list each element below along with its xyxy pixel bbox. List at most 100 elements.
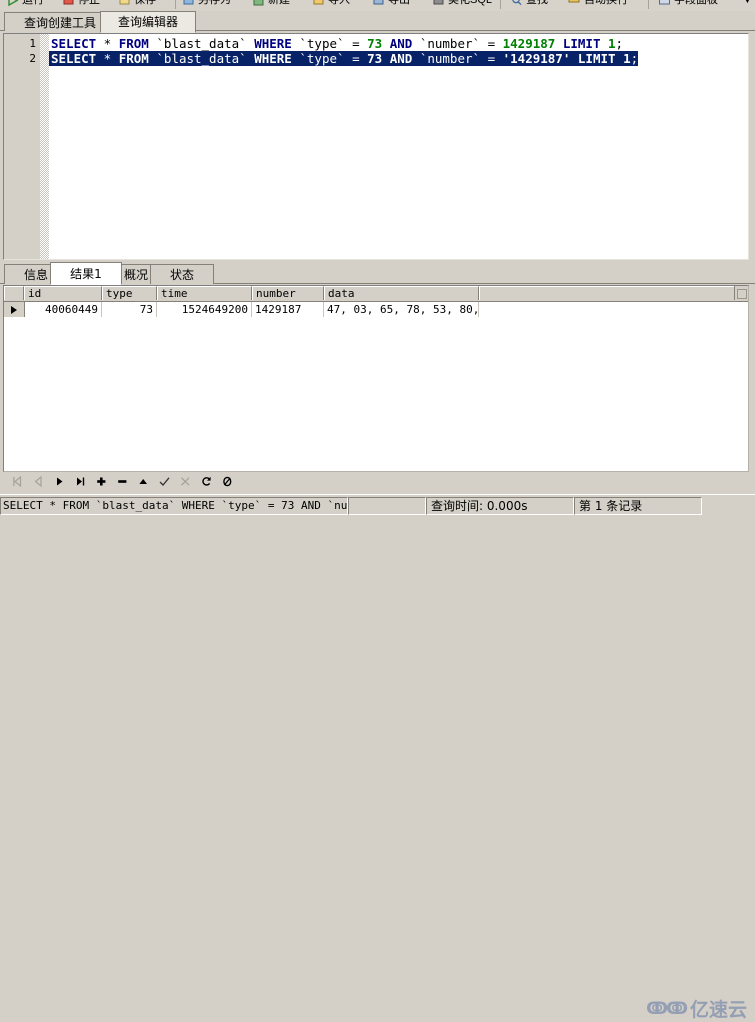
watermark-glyph-icon: ↂↂ bbox=[646, 998, 688, 1019]
toolbar-button-export[interactable]: 导出 bbox=[372, 0, 410, 9]
add-record-button[interactable] bbox=[91, 473, 112, 490]
first-icon bbox=[13, 476, 22, 487]
toolbar-button-run[interactable]: 运行 bbox=[6, 0, 44, 9]
result-grid[interactable]: id type time number data 40060449 73 152… bbox=[3, 285, 749, 472]
toolbar-label-beautify: 美化SQL bbox=[448, 0, 493, 6]
column-header-filler bbox=[479, 286, 735, 300]
results-panel: 信息 结果1 概况 状态 id type time number data 40… bbox=[0, 262, 755, 494]
toolbar-button-beautify[interactable]: 美化SQL bbox=[432, 0, 492, 9]
sql-token: AND bbox=[389, 51, 413, 66]
result-tab-result1[interactable]: 结果1 bbox=[50, 262, 122, 285]
column-header-id[interactable]: id bbox=[24, 286, 102, 300]
sql-token: = bbox=[352, 51, 368, 66]
sql-token: = bbox=[352, 36, 368, 51]
toolbar-button-wrap[interactable]: 自动换行 bbox=[568, 0, 628, 9]
toolbar-button-find[interactable]: 查找 bbox=[510, 0, 548, 9]
sql-token: 1 bbox=[623, 51, 631, 66]
sql-line-2[interactable]: SELECT * FROM `blast_data` WHERE `type` … bbox=[49, 51, 639, 66]
cell-time[interactable]: 1524649200 bbox=[157, 302, 252, 317]
cell-number[interactable]: 1429187 bbox=[252, 302, 324, 317]
tab-query-editor[interactable]: 查询编辑器 bbox=[100, 11, 196, 33]
toolbar-button-new[interactable]: 新建 bbox=[252, 0, 290, 9]
wrap-icon bbox=[568, 0, 581, 7]
delete-record-button[interactable] bbox=[112, 473, 133, 490]
line-number-2: 2 bbox=[29, 52, 36, 65]
sql-editor-panel: 1 2 SELECT * FROM `blast_data` WHERE `ty… bbox=[0, 31, 755, 262]
prev-record-button[interactable] bbox=[28, 473, 49, 490]
toolbar-button-field-panel[interactable]: 字段面板 bbox=[658, 0, 718, 9]
new-icon bbox=[252, 0, 265, 7]
save-icon bbox=[118, 0, 131, 7]
last-record-button[interactable] bbox=[70, 473, 91, 490]
sql-token: `blast_data` bbox=[148, 36, 255, 51]
cross-icon bbox=[181, 477, 190, 486]
triangle-up-icon bbox=[139, 479, 147, 484]
toolbar-button-save[interactable]: 保存 bbox=[118, 0, 156, 9]
sql-token: FROM bbox=[118, 51, 149, 66]
edit-record-button[interactable] bbox=[133, 473, 154, 490]
toolbar-label-new: 新建 bbox=[268, 0, 290, 6]
sql-token: LIMIT bbox=[577, 51, 616, 66]
result-tab-result1-label: 结果1 bbox=[70, 267, 102, 281]
prev-icon bbox=[34, 476, 42, 487]
sql-token: ; bbox=[615, 36, 624, 51]
beautify-icon bbox=[432, 0, 445, 7]
sql-token: `blast_data` bbox=[148, 51, 255, 66]
stop-icon bbox=[62, 0, 75, 7]
toolbar-label-stop: 停止 bbox=[78, 0, 100, 6]
toolbar-label-export: 导出 bbox=[388, 0, 410, 6]
column-header-type[interactable]: type bbox=[102, 286, 157, 300]
plus-icon bbox=[97, 477, 106, 486]
sql-token: 1 bbox=[608, 36, 616, 51]
first-record-button[interactable] bbox=[7, 473, 28, 490]
column-header-data[interactable]: data bbox=[324, 286, 479, 300]
cell-type[interactable]: 73 bbox=[102, 302, 157, 317]
toolbar-label-save-as: 另存为 bbox=[198, 0, 231, 6]
status-sql-text: SELECT * FROM `blast_data` WHERE `type` … bbox=[0, 497, 348, 515]
table-row[interactable]: 40060449 73 1524649200 1429187 47, 03, 6… bbox=[4, 302, 748, 317]
sql-token: SELECT bbox=[51, 36, 97, 51]
toolbar-overflow-button[interactable]: ▼ bbox=[742, 0, 753, 9]
sql-token: * bbox=[96, 36, 119, 51]
sql-token: `number` bbox=[412, 36, 488, 51]
import-icon bbox=[312, 0, 325, 7]
sql-token: FROM bbox=[118, 36, 149, 51]
toolbar-label-field-panel: 字段面板 bbox=[674, 0, 718, 6]
stop-button[interactable] bbox=[217, 473, 238, 490]
toolbar-label-find: 查找 bbox=[526, 0, 548, 6]
status-query-time: 查询时间: 0.000s bbox=[426, 497, 574, 515]
cell-data[interactable]: 47, 03, 65, 78, 53, 80, 45, 35, bbox=[324, 302, 479, 317]
toolbar-button-stop[interactable]: 停止 bbox=[62, 0, 100, 9]
column-header-time[interactable]: time bbox=[157, 286, 252, 300]
sql-line-1[interactable]: SELECT * FROM `blast_data` WHERE `type` … bbox=[51, 36, 623, 51]
sql-editor[interactable]: 1 2 SELECT * FROM `blast_data` WHERE `ty… bbox=[3, 33, 749, 260]
sql-token: WHERE bbox=[254, 36, 292, 51]
status-bar: SELECT * FROM `blast_data` WHERE `type` … bbox=[0, 494, 755, 1021]
grid-corner-cell[interactable] bbox=[4, 286, 24, 300]
toolbar-button-save-as[interactable]: 另存为 bbox=[182, 0, 231, 9]
grid-vertical-scrollbar[interactable] bbox=[734, 286, 748, 300]
refresh-button[interactable] bbox=[196, 473, 217, 490]
cancel-changes-button[interactable] bbox=[175, 473, 196, 490]
check-icon bbox=[159, 477, 170, 486]
save-as-icon bbox=[182, 0, 195, 7]
sql-token: 73 bbox=[367, 36, 383, 51]
result-tab-profile-label: 概况 bbox=[123, 268, 148, 282]
toolbar-button-import[interactable]: 导入 bbox=[312, 0, 350, 9]
navicat-query-window: 运行 停止 保存 另存为 新建 导入 导出 美化SQL 查找 自动换行 字段面板… bbox=[0, 0, 755, 1021]
sql-token: `number` bbox=[412, 51, 488, 66]
apply-changes-button[interactable] bbox=[154, 473, 175, 490]
editor-code-area[interactable]: SELECT * FROM `blast_data` WHERE `type` … bbox=[49, 34, 748, 259]
result-tab-status[interactable]: 状态 bbox=[150, 264, 214, 284]
column-header-number[interactable]: number bbox=[252, 286, 324, 300]
line-number-1: 1 bbox=[29, 37, 36, 50]
cell-id[interactable]: 40060449 bbox=[24, 302, 102, 317]
chevron-down-icon: ▼ bbox=[742, 0, 753, 6]
sql-token: ; bbox=[630, 51, 639, 66]
triangle-right-icon bbox=[11, 305, 17, 314]
next-record-button[interactable] bbox=[49, 473, 70, 490]
